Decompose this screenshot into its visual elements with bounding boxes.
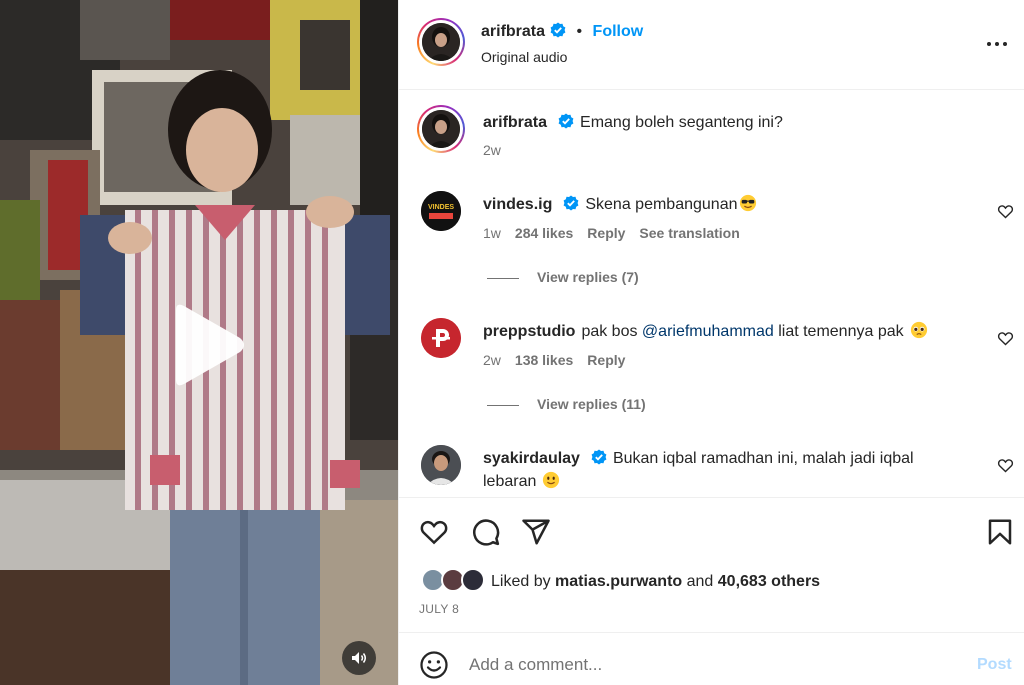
volume-icon: [352, 652, 366, 664]
comment-input[interactable]: [469, 651, 949, 679]
syakirdaulay-avatar-image: [421, 445, 461, 485]
comment-likes[interactable]: 138 likes: [515, 352, 573, 368]
follow-button[interactable]: Follow: [593, 23, 644, 40]
svg-text:VINDES: VINDES: [428, 204, 454, 211]
verified-icon: [591, 449, 607, 465]
replies-divider: [487, 404, 519, 406]
comment-icon[interactable]: [471, 517, 501, 547]
comment-age: 2w: [483, 352, 501, 368]
heart-icon[interactable]: [997, 330, 1014, 347]
comment-username[interactable]: syakirdaulay: [483, 450, 580, 467]
liked-by-user[interactable]: matias.purwanto: [555, 573, 682, 590]
liked-by-prefix: Liked by: [491, 573, 556, 590]
post-date[interactable]: JULY 8: [419, 602, 459, 616]
comment-text-tail: liat temennya pak: [773, 323, 904, 340]
verified-icon: [550, 22, 566, 38]
caption-text: Emang boleh seganteng ini?: [580, 114, 783, 131]
caption-age: 2w: [483, 142, 501, 158]
author-avatar[interactable]: [417, 18, 465, 66]
comment-avatar[interactable]: [421, 318, 461, 358]
action-bar: Liked by matias.purwanto and 40,683 othe…: [399, 497, 1024, 632]
mute-button[interactable]: [342, 641, 376, 675]
emoji-icon[interactable]: [419, 650, 449, 680]
comment-avatar[interactable]: [421, 445, 461, 485]
comment-composer: Post: [399, 632, 1024, 685]
video-player[interactable]: [0, 0, 398, 685]
comment-text: pak bos: [581, 323, 642, 340]
caption-avatar[interactable]: [417, 105, 465, 153]
comments-list[interactable]: arifbrata Emang boleh seganteng ini? 2w …: [399, 91, 1024, 497]
share-icon[interactable]: [521, 517, 551, 547]
mention-link[interactable]: @ariefmuhammad: [642, 323, 774, 340]
audio-label[interactable]: Original audio: [481, 49, 567, 65]
more-icon[interactable]: [985, 32, 1009, 56]
reply-button[interactable]: Reply: [587, 352, 625, 368]
vindes-logo: VINDES: [421, 191, 461, 231]
post-details-panel: arifbrata • Follow Original audio arifbr…: [398, 0, 1024, 685]
caption-username[interactable]: arifbrata: [483, 114, 547, 131]
reply-button[interactable]: Reply: [587, 225, 625, 241]
view-replies-button[interactable]: View replies (7): [487, 269, 639, 285]
separator-dot: •: [576, 23, 583, 40]
liked-by-middle: and: [682, 573, 718, 590]
comment-avatar[interactable]: VINDES: [421, 191, 461, 231]
pleading-face-icon: [910, 321, 927, 339]
view-replies-label: View replies (11): [537, 396, 646, 412]
comment-text: Skena pembangunan: [585, 196, 738, 213]
view-replies-label: View replies (7): [537, 269, 639, 285]
play-icon[interactable]: [160, 300, 250, 390]
slightly-smiling-face-icon: [543, 471, 560, 489]
comment-username[interactable]: vindes.ig: [483, 196, 552, 213]
replies-divider: [487, 277, 519, 279]
heart-icon[interactable]: [997, 457, 1014, 474]
author-avatar-image: [422, 23, 460, 61]
comment-age: 1w: [483, 225, 501, 241]
comment-likes[interactable]: 284 likes: [515, 225, 573, 241]
verified-icon: [558, 113, 574, 129]
author-username[interactable]: arifbrata: [481, 23, 545, 40]
post-button[interactable]: Post: [977, 656, 1012, 674]
smiling-face-with-sunglasses-icon: [740, 194, 757, 212]
preppstudio-logo: [421, 318, 461, 358]
likes-others[interactable]: 40,683 others: [718, 573, 820, 590]
bookmark-icon[interactable]: [985, 517, 1015, 547]
heart-icon[interactable]: [997, 203, 1014, 220]
view-replies-button[interactable]: View replies (11): [487, 396, 646, 412]
comment-username[interactable]: preppstudio: [483, 323, 575, 340]
heart-icon[interactable]: [419, 517, 449, 547]
likes-summary: Liked by matias.purwanto and 40,683 othe…: [421, 568, 820, 592]
verified-icon: [563, 195, 579, 211]
see-translation-button[interactable]: See translation: [639, 225, 739, 241]
post-header: arifbrata • Follow Original audio: [399, 0, 1024, 90]
caption-avatar-image: [422, 110, 460, 148]
liker-avatars[interactable]: [421, 568, 487, 592]
